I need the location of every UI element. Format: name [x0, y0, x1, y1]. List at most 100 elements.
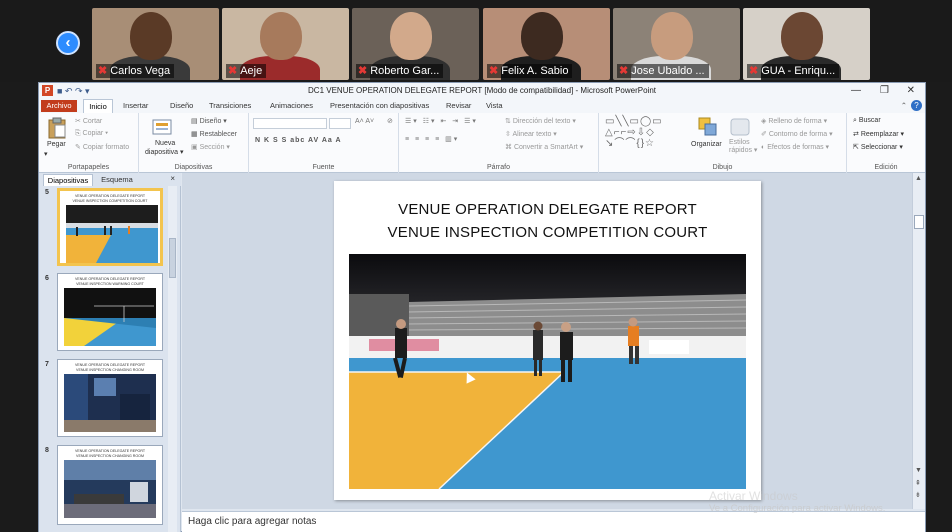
- select-button[interactable]: ⇱ Seleccionar ▾: [853, 143, 903, 151]
- tab-esquema[interactable]: Esquema: [97, 175, 137, 184]
- notes-pane[interactable]: Haga clic para agregar notas: [182, 511, 925, 532]
- tab-animaciones[interactable]: Animaciones: [270, 101, 313, 110]
- activate-windows-watermark: Ve a Configuración para activar Windows.: [709, 503, 886, 514]
- slide-title-line-2[interactable]: VENUE INSPECTION COMPETITION COURT: [334, 224, 761, 241]
- text-direction-button[interactable]: ⇅ Dirección del texto ▾: [505, 117, 576, 125]
- font-name-box[interactable]: [253, 118, 327, 129]
- muted-mic-icon: ✖: [358, 65, 368, 77]
- next-slide-icon[interactable]: ⇟: [915, 491, 921, 499]
- section-button[interactable]: ▣ Sección ▾: [191, 143, 230, 151]
- close-icon[interactable]: ✕: [907, 83, 915, 99]
- slide-thumbnail-5[interactable]: VENUE OPERATION DELEGATE REPORT VENUE IN…: [57, 188, 163, 266]
- tab-inicio[interactable]: Inicio: [83, 99, 113, 113]
- paste-icon[interactable]: [47, 117, 67, 139]
- shape-outline-button[interactable]: ✐ Contorno de forma ▾: [761, 130, 833, 138]
- arrange-button[interactable]: Organizar: [691, 141, 722, 148]
- participant-head: [651, 12, 693, 60]
- format-painter-button[interactable]: ✎ Copiar formato: [75, 143, 129, 151]
- participant-head: [130, 12, 172, 60]
- help-icon[interactable]: ?: [911, 100, 922, 111]
- shape-fill-button[interactable]: ◈ Relleno de forma ▾: [761, 117, 827, 125]
- participant-head: [260, 12, 302, 60]
- text-direction-icon: ⇅: [505, 118, 513, 125]
- reset-button[interactable]: ▦ Restablecer: [191, 130, 237, 138]
- section-icon: ▣: [191, 144, 200, 151]
- pane-tabs: Diapositivas Esquema ×: [39, 173, 181, 186]
- editor-scrollbar[interactable]: ▲ ▼ ⇞ ⇟: [912, 173, 925, 509]
- new-slide-dropdown[interactable]: diapositiva ▾: [145, 148, 184, 156]
- participant-video-tile[interactable]: ✖ Roberto Gar...: [352, 8, 479, 80]
- minimize-icon[interactable]: —: [851, 83, 861, 99]
- tab-revisar[interactable]: Revisar: [446, 101, 471, 110]
- notes-placeholder[interactable]: Haga clic para agregar notas: [188, 516, 316, 527]
- replace-button[interactable]: ⇄ Reemplazar ▾: [853, 130, 904, 138]
- font-format-buttons[interactable]: N K S S abc AV Aa A: [255, 137, 342, 144]
- slide-editor: VENUE OPERATION DELEGATE REPORT VENUE IN…: [182, 173, 912, 509]
- tab-presentacion[interactable]: Presentación con diapositivas: [330, 101, 429, 110]
- quick-styles-icon[interactable]: [729, 117, 751, 137]
- smartart-icon: ⌘: [505, 144, 514, 151]
- layout-icon: ▤: [191, 118, 200, 125]
- current-slide[interactable]: VENUE OPERATION DELEGATE REPORT VENUE IN…: [334, 181, 761, 500]
- copy-button[interactable]: ⎘ Copiar ▾: [75, 130, 108, 138]
- tab-insertar[interactable]: Insertar: [123, 101, 148, 110]
- scroll-down-icon[interactable]: ▼: [915, 467, 922, 474]
- group-label-edicion: Edición: [874, 164, 898, 171]
- participant-video-tile[interactable]: ✖ Jose Ubaldo ...: [613, 8, 740, 80]
- muted-mic-icon: ✖: [489, 65, 499, 77]
- thumbnail-title: VENUE OPERATION DELEGATE REPORT VENUE IN…: [74, 363, 146, 372]
- slide-thumbnail-8[interactable]: VENUE OPERATION DELEGATE REPORT VENUE IN…: [57, 445, 163, 525]
- tab-transiciones[interactable]: Transiciones: [209, 101, 251, 110]
- reset-icon: ▦: [191, 131, 200, 138]
- participant-name: ✖ Felix A. Sabio: [487, 64, 573, 78]
- scrollbar-thumb[interactable]: [914, 215, 924, 229]
- activate-windows-title: Activar Windows: [709, 489, 798, 503]
- group-label-fuente: Fuente: [312, 164, 335, 171]
- new-slide-icon[interactable]: [151, 117, 173, 137]
- shape-effects-button[interactable]: ◐ Efectos de formas ▾: [761, 143, 829, 151]
- tab-diseno[interactable]: Diseño: [170, 101, 193, 110]
- scroll-up-icon[interactable]: ▲: [915, 175, 922, 182]
- restore-icon[interactable]: ❐: [880, 83, 889, 99]
- participant-video-tile[interactable]: ✖ GUA - Enriqu...: [743, 8, 870, 80]
- font-size-box[interactable]: [329, 118, 351, 129]
- slide-title-line-1[interactable]: VENUE OPERATION DELEGATE REPORT: [334, 201, 761, 218]
- participant-video-tile[interactable]: ✖ Carlos Vega: [92, 8, 219, 80]
- tab-diapositivas[interactable]: Diapositivas: [43, 174, 93, 186]
- participant-video-tile[interactable]: ✖ Felix A. Sabio: [483, 8, 610, 80]
- paste-button[interactable]: Pegar: [47, 141, 66, 148]
- grow-shrink-font-icon[interactable]: A˄ A˅: [355, 118, 374, 125]
- select-icon: ⇱: [853, 144, 861, 151]
- smartart-button[interactable]: ⌘ Convertir a SmartArt ▾: [505, 143, 583, 151]
- list-buttons[interactable]: ☰▾ ☷▾ ⇤ ⇥ ☰▾: [405, 117, 478, 125]
- slide-thumbnail-7[interactable]: VENUE OPERATION DELEGATE REPORT VENUE IN…: [57, 359, 163, 437]
- cut-button[interactable]: ✂ Cortar: [75, 117, 102, 125]
- tab-archivo[interactable]: Archivo: [41, 100, 77, 112]
- alignment-buttons[interactable]: ≡ ≡ ≡ ≡ ▥▾: [405, 135, 459, 143]
- back-arrow-icon[interactable]: ‹: [56, 31, 80, 55]
- layout-button[interactable]: ▤ Diseño ▾: [191, 117, 227, 125]
- find-button[interactable]: ⌕ Buscar: [853, 117, 881, 125]
- arrange-icon[interactable]: [697, 116, 719, 138]
- close-pane-icon[interactable]: ×: [170, 174, 175, 183]
- court-photo-thumbnail: [66, 205, 158, 263]
- align-text-button[interactable]: ⇳ Alinear texto ▾: [505, 130, 557, 138]
- group-label-portapapeles: Portapapeles: [67, 164, 110, 171]
- slide-thumbnail-6[interactable]: VENUE OPERATION DELEGATE REPORT VENUE IN…: [57, 273, 163, 351]
- new-slide-button[interactable]: Nueva: [155, 140, 175, 147]
- collapse-ribbon-icon[interactable]: ⌃: [901, 101, 907, 110]
- muted-mic-icon: ✖: [749, 65, 759, 77]
- clear-format-icon[interactable]: ⊘: [387, 117, 393, 125]
- paste-dropdown-icon[interactable]: ▾: [44, 150, 48, 158]
- group-portapapeles: Pegar ▾ ✂ Cortar ⎘ Copiar ▾ ✎ Copiar for…: [39, 113, 139, 173]
- previous-slide-icon[interactable]: ⇞: [915, 479, 921, 487]
- quick-styles-button[interactable]: Estilos rápidos ▾: [729, 139, 757, 155]
- ribbon-tabs: Archivo Inicio Insertar Diseño Transicio…: [39, 99, 925, 113]
- participant-name: ✖ Carlos Vega: [96, 64, 175, 78]
- competition-court-photo[interactable]: [349, 254, 746, 489]
- scrollbar-thumb[interactable]: [169, 238, 176, 278]
- tab-vista[interactable]: Vista: [486, 101, 503, 110]
- shapes-gallery[interactable]: ▭╲╲▭◯▭ △⌐⌐⇨⇩◇ ↘⌒⌒{}☆: [605, 116, 663, 149]
- participant-video-tile[interactable]: ✖ Aeje: [222, 8, 349, 80]
- slides-pane-scrollbar[interactable]: [168, 186, 177, 532]
